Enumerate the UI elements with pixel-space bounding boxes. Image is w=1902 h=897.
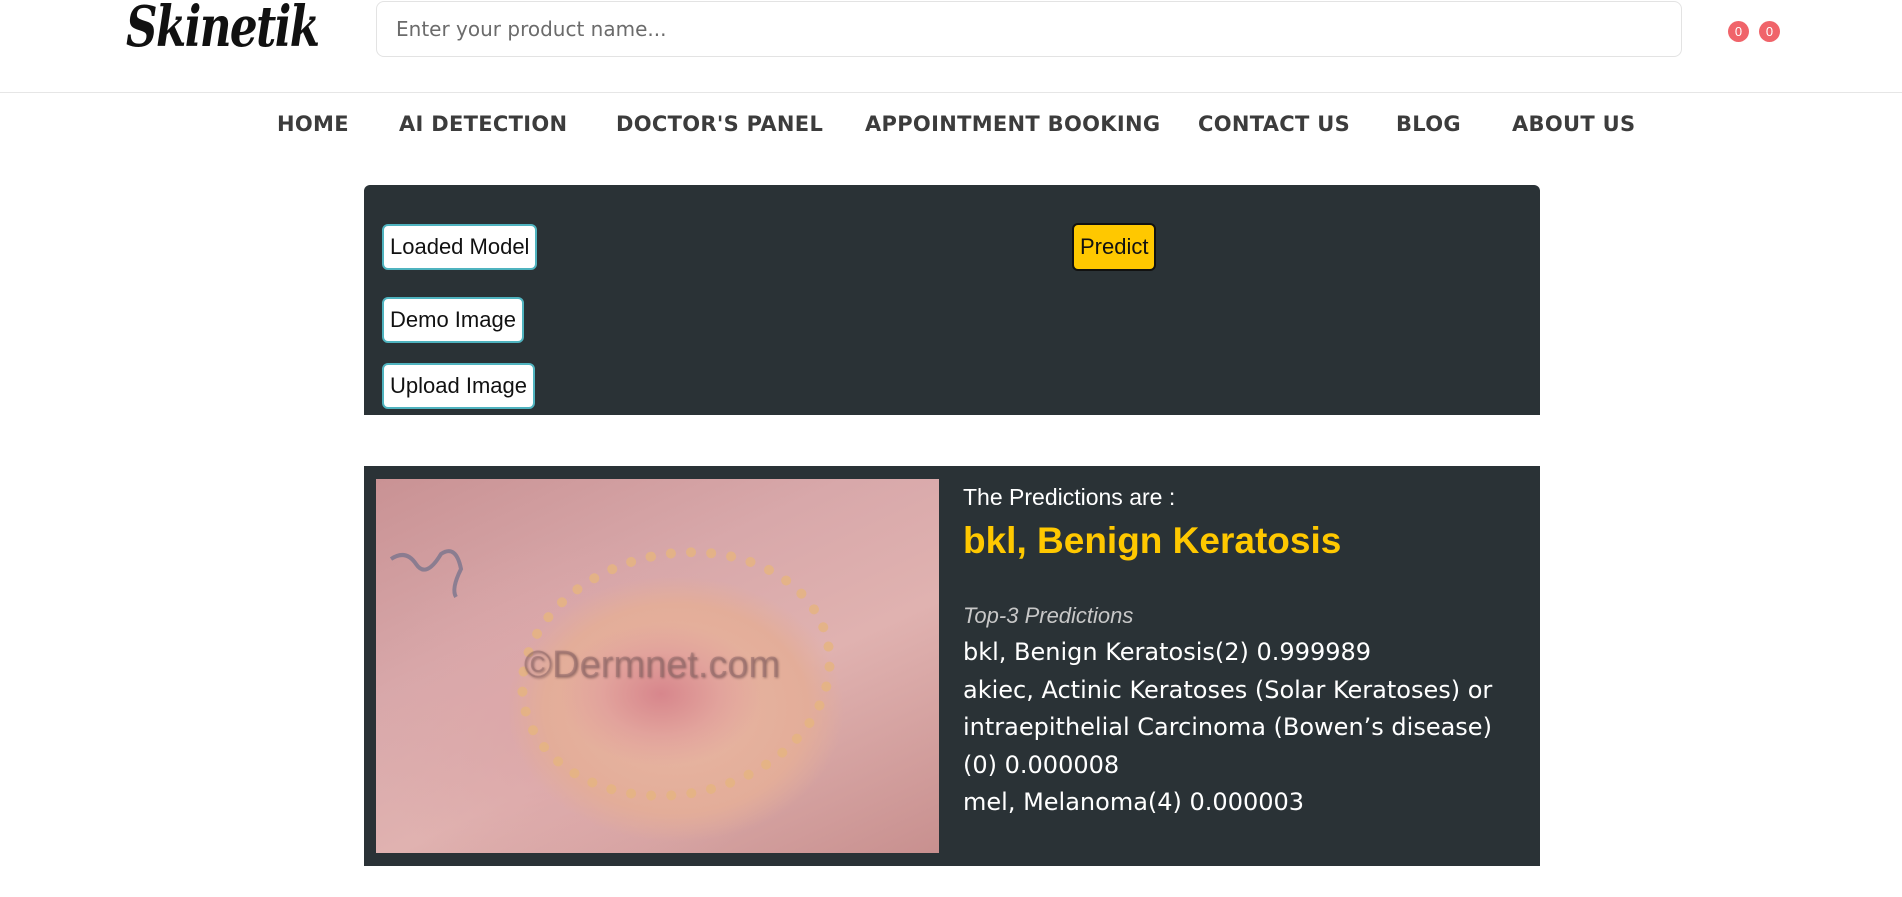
nav-about-us[interactable]: ABOUT US xyxy=(1512,112,1635,136)
nav-appointment-booking[interactable]: APPOINTMENT BOOKING xyxy=(865,112,1160,136)
loaded-model-button[interactable]: Loaded Model xyxy=(382,224,538,270)
demo-image-button[interactable]: Demo Image xyxy=(382,297,524,343)
skin-lesion-image: ©Dermnet.com xyxy=(376,479,939,853)
wishlist-count-badge[interactable]: 0 xyxy=(1759,21,1780,42)
prediction-line: intraepithelial Carcinoma (Bowen’s disea… xyxy=(963,713,1492,741)
nav-doctors-panel[interactable]: DOCTOR'S PANEL xyxy=(616,112,823,136)
nav-contact-us[interactable]: CONTACT US xyxy=(1198,112,1350,136)
top3-subheading: Top-3 Predictions xyxy=(963,603,1134,628)
prediction-line: bkl, Benign Keratosis(2) 0.999989 xyxy=(963,638,1372,666)
prediction-line: mel, Melanoma(4) 0.000003 xyxy=(963,788,1305,816)
site-logo[interactable]: Skinetik xyxy=(126,0,320,60)
top-prediction: bkl, Benign Keratosis xyxy=(963,520,1342,561)
image-watermark: ©Dermnet.com xyxy=(524,644,781,686)
prediction-list: bkl, Benign Keratosis(2) 0.999989 akiec,… xyxy=(963,634,1492,822)
nav-blog[interactable]: BLOG xyxy=(1396,112,1461,136)
site-header: Skinetik 0 0 xyxy=(0,0,1902,93)
tattoo-mark xyxy=(389,549,464,599)
cart-count-badge[interactable]: 0 xyxy=(1728,21,1749,42)
upload-image-button[interactable]: Upload Image xyxy=(382,363,535,409)
prediction-line: akiec, Actinic Keratoses (Solar Keratose… xyxy=(963,675,1493,704)
main-nav: HOME AI DETECTION DOCTOR'S PANEL APPOINT… xyxy=(0,112,1902,142)
nav-ai-detection[interactable]: AI DETECTION xyxy=(399,112,567,136)
prediction-line: (0) 0.000008 xyxy=(963,750,1120,779)
predictions-heading: The Predictions are : xyxy=(963,484,1176,510)
predict-button[interactable]: Predict xyxy=(1072,223,1157,271)
detection-control-panel: Loaded Model Demo Image Upload Image Pre… xyxy=(364,185,1540,415)
nav-home[interactable]: HOME xyxy=(277,112,349,136)
product-search-input[interactable] xyxy=(376,1,1682,57)
